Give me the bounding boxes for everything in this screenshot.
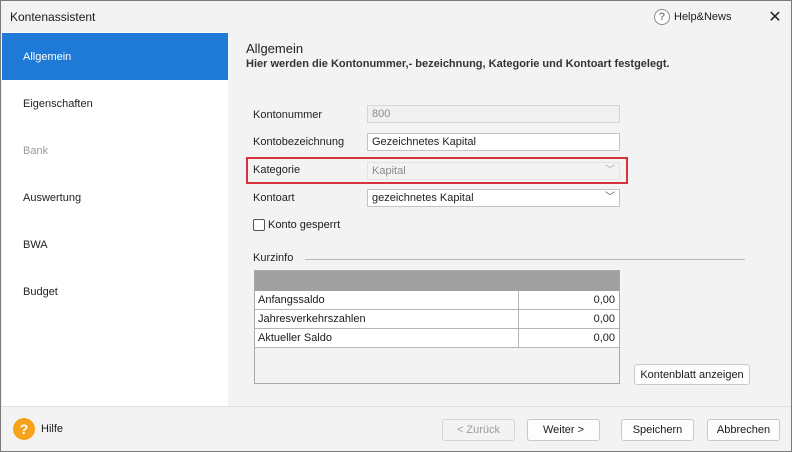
table-header: [255, 271, 619, 291]
sidebar-item-eigenschaften[interactable]: Eigenschaften: [2, 80, 228, 127]
kontenblatt-anzeigen-button[interactable]: Kontenblatt anzeigen: [634, 364, 750, 385]
sidebar-item-bank: Bank: [2, 127, 228, 174]
row-value: 0,00: [593, 332, 615, 344]
help-label: Hilfe: [41, 423, 64, 435]
window-title: Kontenassistent: [10, 10, 96, 24]
table-row[interactable]: Anfangssaldo 0,00: [255, 291, 619, 310]
save-button[interactable]: Speichern: [621, 419, 694, 441]
row-name: Aktueller Saldo: [258, 332, 332, 344]
back-button: < Zurück: [442, 419, 515, 441]
kontoart-value: gezeichnetes Kapital: [372, 192, 474, 204]
sidebar-item-auswertung[interactable]: Auswertung: [2, 174, 228, 221]
kontonummer-label: Kontonummer: [253, 109, 323, 121]
kategorie-value: Kapital: [372, 165, 406, 177]
page-title: Allgemein: [246, 41, 304, 56]
next-button[interactable]: Weiter >: [527, 419, 600, 441]
help-news-button[interactable]: ? Help&News: [654, 7, 731, 27]
row-value: 0,00: [593, 313, 615, 325]
sidebar-item-label: Auswertung: [23, 191, 82, 204]
kontobezeichnung-input[interactable]: [367, 133, 620, 151]
kontoart-select[interactable]: gezeichnetes Kapital ﹀: [367, 189, 620, 207]
title-bar: Kontenassistent ? Help&News ✕: [1, 1, 791, 32]
sidebar-item-bwa[interactable]: BWA: [2, 221, 228, 268]
konto-gesperrt-checkbox[interactable]: [253, 219, 265, 231]
sidebar-item-label: Eigenschaften: [23, 97, 93, 110]
main-content: Allgemein Hier werden die Kontonummer,- …: [229, 32, 791, 406]
kontonummer-field: 800: [367, 105, 620, 123]
konto-gesperrt-label: Konto gesperrt: [268, 219, 341, 231]
kategorie-label: Kategorie: [253, 164, 301, 176]
row-name: Anfangssaldo: [258, 294, 325, 306]
row-value: 0,00: [593, 294, 615, 306]
kategorie-select: Kapital ﹀: [367, 162, 620, 180]
question-circle-filled-icon: ?: [13, 418, 35, 440]
table-row[interactable]: Jahresverkehrszahlen 0,00: [255, 310, 619, 329]
row-name: Jahresverkehrszahlen: [258, 313, 366, 325]
table-row[interactable]: Aktueller Saldo 0,00: [255, 329, 619, 348]
column-divider: [518, 310, 519, 328]
kontonummer-value: 800: [372, 108, 391, 120]
kurzinfo-label: Kurzinfo: [253, 252, 294, 264]
kurzinfo-table: Anfangssaldo 0,00 Jahresverkehrszahlen 0…: [254, 270, 620, 384]
sidebar-item-label: Bank: [23, 144, 49, 157]
question-circle-icon: ?: [654, 9, 670, 25]
sidebar-item-label: Allgemein: [23, 50, 72, 63]
sidebar-item-label: BWA: [23, 238, 48, 251]
kurzinfo-divider: [305, 259, 745, 260]
kontoart-label: Kontoart: [253, 192, 295, 204]
footer-bar: ? Hilfe < Zurück Weiter > Speichern Abbr…: [1, 406, 791, 451]
chevron-down-icon: ﹀: [605, 165, 615, 176]
sidebar: Allgemein Eigenschaften Bank Auswertung …: [2, 32, 228, 406]
sidebar-item-allgemein[interactable]: Allgemein: [2, 33, 228, 80]
konto-gesperrt-row[interactable]: Konto gesperrt: [253, 219, 340, 231]
kontenassistent-window: Kontenassistent ? Help&News ✕ Allgemein …: [0, 0, 792, 452]
close-icon[interactable]: ✕: [765, 7, 785, 27]
help-button[interactable]: ? Hilfe: [13, 418, 63, 440]
help-news-label: Help&News: [674, 11, 732, 23]
sidebar-item-label: Budget: [23, 285, 58, 298]
kontobezeichnung-label: Kontobezeichnung: [253, 136, 345, 148]
page-subtitle: Hier werden die Kontonummer,- bezeichnun…: [246, 58, 670, 70]
chevron-down-icon: ﹀: [605, 192, 615, 203]
column-divider: [518, 329, 519, 347]
sidebar-item-budget[interactable]: Budget: [2, 268, 228, 315]
cancel-button[interactable]: Abbrechen: [707, 419, 780, 441]
column-divider: [518, 291, 519, 309]
